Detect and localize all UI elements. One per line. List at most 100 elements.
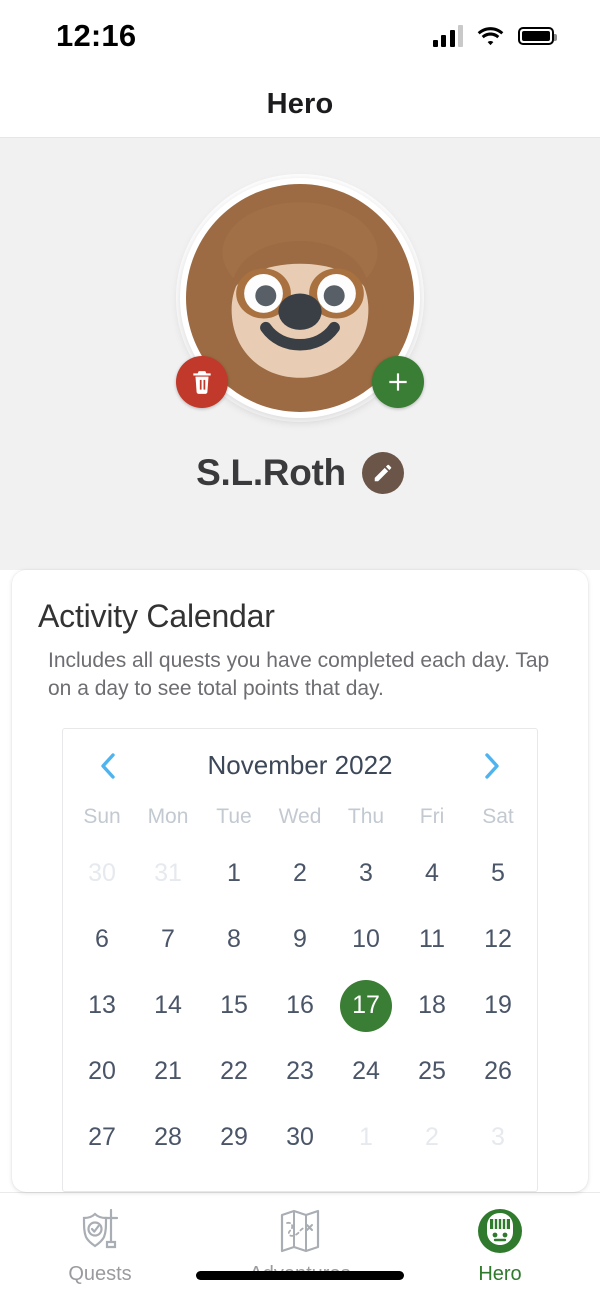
tab-label: Quests: [68, 1262, 132, 1285]
calendar-prev-month-button[interactable]: [91, 749, 125, 783]
calendar-day-number: 12: [484, 925, 512, 954]
calendar-dow-mon: Mon: [147, 804, 189, 828]
activity-card-area: Activity Calendar Includes all quests yo…: [0, 570, 600, 1192]
treasure-map-icon: [274, 1205, 326, 1257]
add-avatar-button[interactable]: [372, 356, 424, 408]
card-subtitle: Includes all quests you have completed e…: [48, 649, 550, 701]
calendar-day-number: 4: [425, 859, 439, 888]
calendar-day-number: 6: [95, 925, 109, 954]
calendar-day-cell[interactable]: 25: [399, 1039, 465, 1105]
calendar-day-cell: 30: [69, 841, 135, 907]
calendar-day-cell[interactable]: 24: [333, 1039, 399, 1105]
status-bar: 12:16: [0, 0, 600, 72]
calendar-day-number: 25: [418, 1057, 446, 1086]
calendar-day-cell[interactable]: 22: [201, 1039, 267, 1105]
calendar-day-headers: Sun Mon Tue Wed Thu Fri Sat: [69, 805, 531, 829]
status-bar-time: 12:16: [56, 18, 137, 53]
calendar-day-cell[interactable]: 4: [399, 841, 465, 907]
calendar-day-number: 15: [220, 991, 248, 1020]
status-bar-icons: [432, 25, 557, 47]
calendar-day-number: 22: [220, 1057, 248, 1086]
calendar-day-number: 1: [227, 859, 241, 888]
calendar-day-cell[interactable]: 1: [201, 841, 267, 907]
tab-quests[interactable]: Quests: [1, 1205, 199, 1286]
calendar-day-number: 28: [154, 1123, 182, 1152]
calendar-day-cell[interactable]: 30: [267, 1105, 333, 1171]
page-title: Hero: [266, 88, 334, 120]
calendar-day-number: 27: [88, 1123, 116, 1152]
profile-section: S.L.Roth: [0, 138, 600, 570]
calendar-day-cell[interactable]: 12: [465, 907, 531, 973]
calendar-day-cell[interactable]: 29: [201, 1105, 267, 1171]
calendar-dow-wed: Wed: [278, 804, 322, 828]
calendar-day-cell[interactable]: 7: [135, 907, 201, 973]
calendar-day-number: 1: [359, 1123, 373, 1152]
calendar-day-number: 23: [286, 1057, 314, 1086]
calendar-day-number: 18: [418, 991, 446, 1020]
activity-calendar-card: Activity Calendar Includes all quests yo…: [12, 570, 588, 1192]
edit-name-button[interactable]: [361, 452, 404, 494]
pencil-icon: [374, 464, 392, 482]
tab-label: Hero: [478, 1262, 522, 1285]
calendar-day-number: 10: [352, 925, 380, 954]
calendar-day-cell[interactable]: 21: [135, 1039, 201, 1105]
calendar-day-cell[interactable]: 5: [465, 841, 531, 907]
calendar-day-number: 2: [425, 1123, 439, 1152]
calendar-day-cell: 1: [333, 1105, 399, 1171]
calendar-day-number: 2: [293, 859, 307, 888]
calendar-dow-thu: Thu: [347, 804, 385, 828]
home-indicator: [196, 1271, 404, 1280]
calendar-day-cell: 31: [135, 841, 201, 907]
hero-name: S.L.Roth: [196, 452, 346, 493]
calendar-month-label: November 2022: [207, 750, 393, 781]
calendar-day-cell[interactable]: 27: [69, 1105, 135, 1171]
calendar-day-cell[interactable]: 10: [333, 907, 399, 973]
calendar-day-number: 29: [220, 1123, 248, 1152]
calendar-day-cell[interactable]: 13: [69, 973, 135, 1039]
bottom-tab-bar: QuestsAdventuresHero: [0, 1191, 600, 1298]
calendar-day-number: 13: [88, 991, 116, 1020]
calendar-day-number: 14: [154, 991, 182, 1020]
plus-icon: [389, 373, 407, 391]
battery-full-icon: [518, 27, 557, 45]
calendar-day-number: 31: [154, 859, 182, 888]
calendar-day-number: 11: [419, 925, 445, 954]
calendar-day-number: 20: [88, 1057, 116, 1086]
calendar-dow-sat: Sat: [482, 804, 514, 828]
calendar-day-cell[interactable]: 9: [267, 907, 333, 973]
calendar-day-cell[interactable]: 16: [267, 973, 333, 1039]
card-title: Activity Calendar: [38, 598, 275, 634]
calendar-day-cell[interactable]: 8: [201, 907, 267, 973]
calendar-day-cell[interactable]: 20: [69, 1039, 135, 1105]
calendar-day-cell[interactable]: 3: [333, 841, 399, 907]
calendar-day-cell[interactable]: 2: [267, 841, 333, 907]
calendar-dow-sun: Sun: [83, 804, 121, 828]
tab-hero[interactable]: Hero: [401, 1205, 599, 1286]
calendar-next-month-button[interactable]: [475, 749, 509, 783]
calendar-day-cell[interactable]: 23: [267, 1039, 333, 1105]
calendar-header: November 2022: [69, 743, 531, 783]
knight-helmet-icon: [474, 1205, 526, 1257]
calendar-day-number: 3: [359, 859, 373, 888]
delete-avatar-button[interactable]: [176, 356, 228, 408]
calendar-day-cell[interactable]: 19: [465, 973, 531, 1039]
calendar-day-cell[interactable]: 17: [333, 973, 399, 1039]
calendar-day-number: 21: [154, 1057, 182, 1086]
calendar-day-number: 30: [88, 859, 116, 888]
shield-sword-icon: [74, 1205, 126, 1257]
calendar-day-cell[interactable]: 6: [69, 907, 135, 973]
calendar-day-number: 8: [227, 925, 241, 954]
calendar-day-cell[interactable]: 28: [135, 1105, 201, 1171]
calendar-day-cell[interactable]: 15: [201, 973, 267, 1039]
calendar-day-cell[interactable]: 11: [399, 907, 465, 973]
calendar-day-cell: 3: [465, 1105, 531, 1171]
calendar-day-number: 9: [293, 925, 307, 954]
navigation-bar: Hero: [0, 72, 600, 138]
calendar-day-number: 19: [484, 991, 512, 1020]
calendar-day-number: 24: [352, 1057, 380, 1086]
calendar-day-grid: 30 31 1 2 3 4 5 6 7 8 9 10 11 12 13 14 15 16 17 18 19 20 21 22 2…: [69, 841, 531, 1171]
calendar-day-cell[interactable]: 26: [465, 1039, 531, 1105]
calendar-day-cell[interactable]: 18: [399, 973, 465, 1039]
calendar-widget: November 2022 Sun Mon Tue Wed Thu Fri Sat 30 31…: [62, 727, 538, 1192]
calendar-day-cell[interactable]: 14: [135, 973, 201, 1039]
